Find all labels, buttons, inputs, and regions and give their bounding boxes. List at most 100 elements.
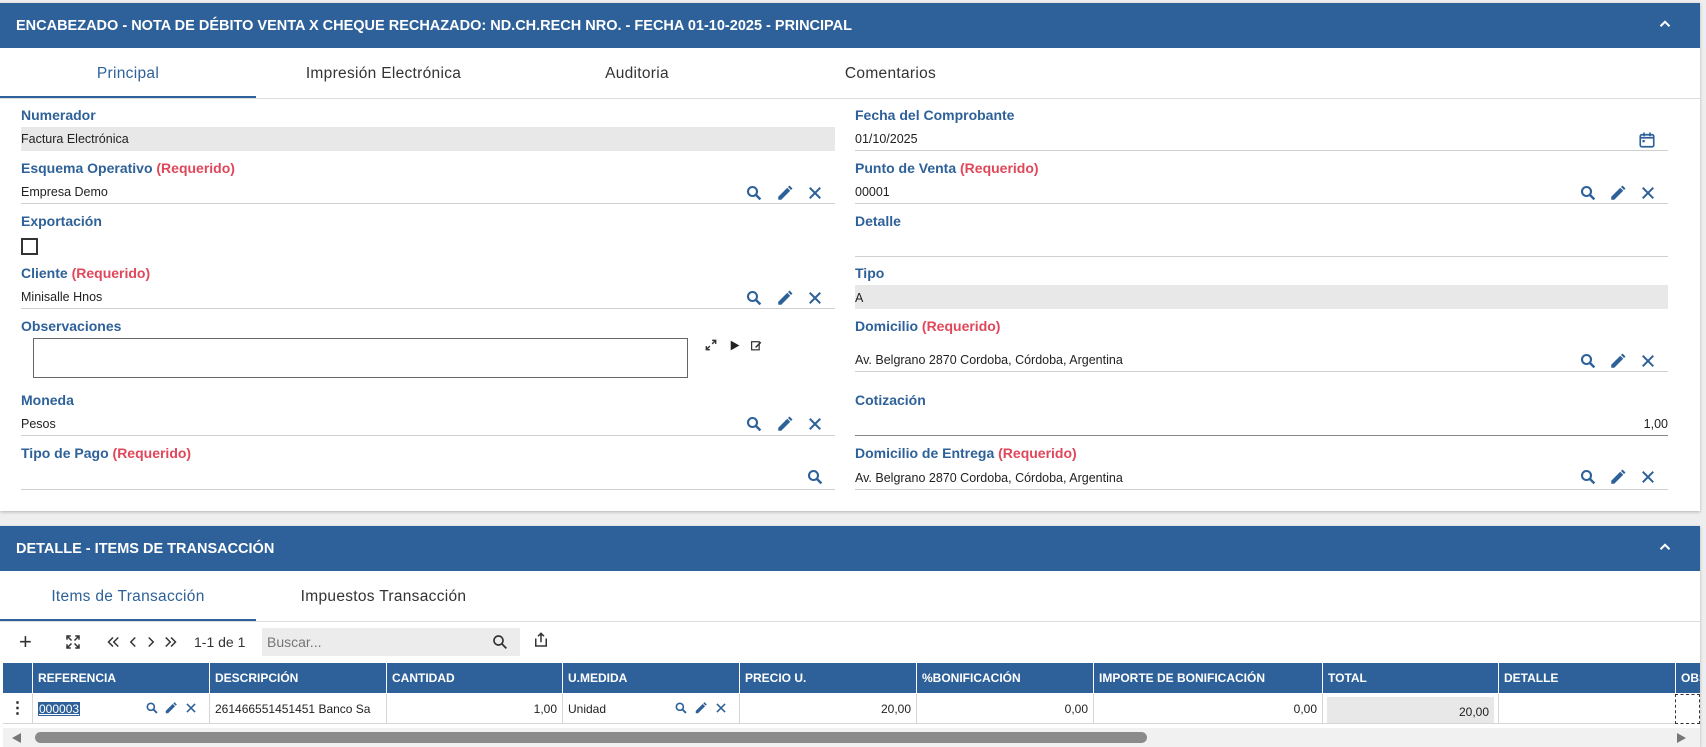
cell-cantidad[interactable]: 1,00 [386,694,562,724]
scroll-left-arrow[interactable] [12,733,21,743]
punto-venta-field[interactable] [855,180,1668,204]
punto-venta-label: Punto de Venta (Requerido) [855,160,1039,176]
col-precio[interactable]: PRECIO U. [739,663,916,693]
moneda-field[interactable] [21,412,835,436]
search-icon[interactable] [1579,352,1597,370]
exportacion-checkbox[interactable] [21,238,38,255]
cliente-field[interactable] [21,285,835,309]
export-icon[interactable] [532,631,550,649]
pager-text: 1-1 de 1 [194,634,246,650]
scroll-right-arrow[interactable] [1677,733,1686,743]
close-icon[interactable] [806,415,824,433]
search-icon[interactable] [745,289,763,307]
search-input[interactable] [262,628,520,656]
observaciones-textarea[interactable] [33,338,688,378]
calendar-icon[interactable] [1638,131,1656,149]
search-icon[interactable] [145,701,159,715]
horizontal-scrollbar[interactable] [3,728,1700,747]
edit-icon[interactable] [776,415,794,433]
add-button[interactable]: + [19,631,32,653]
esquema-label: Esquema Operativo (Requerido) [21,160,235,176]
edit-icon[interactable] [164,701,178,715]
col-referencia[interactable]: REFERENCIA [32,663,209,693]
fecha-value: 01/10/2025 [855,132,918,146]
row-menu-button[interactable]: ⋮ [3,694,32,724]
first-page-icon[interactable] [104,633,122,651]
edit-icon[interactable] [776,184,794,202]
col-bonificacion-pct[interactable]: %BONIFICACIÓN [916,663,1093,693]
detalle-label: Detalle [855,213,901,229]
cell-referencia[interactable]: 000003 [32,694,209,724]
close-icon[interactable] [184,701,198,715]
col-detalle[interactable]: DETALLE [1498,663,1675,693]
col-obs[interactable]: OBS [1675,663,1700,693]
tabs-divider [0,98,1700,99]
cell-descripcion[interactable]: 261466551451451 Banco Sa [209,694,386,724]
edit-icon[interactable] [1609,184,1627,202]
referencia-value: 000003 [38,702,81,716]
cell-detalle[interactable] [1498,694,1675,724]
search-icon[interactable] [745,184,763,202]
grid-header: REFERENCIA DESCRIPCIÓN CANTIDAD U.MEDIDA… [3,663,1700,693]
esquema-field[interactable] [21,180,835,204]
fullscreen-icon[interactable] [64,633,82,651]
next-page-icon[interactable] [142,633,160,651]
close-icon[interactable] [1639,184,1657,202]
col-importe-bonificacion[interactable]: IMPORTE DE BONIFICACIÓN [1093,663,1322,693]
col-descripcion[interactable]: DESCRIPCIÓN [209,663,386,693]
play-icon[interactable] [728,339,741,352]
expand-icon[interactable] [704,338,718,352]
search-icon[interactable] [745,415,763,433]
fecha-field[interactable] [855,127,1668,151]
edit-icon[interactable] [1609,352,1627,370]
cell-bonificacion-pct[interactable]: 0,00 [916,694,1093,724]
domicilio-value: Av. Belgrano 2870 Cordoba, Córdoba, Arge… [855,353,1123,367]
tab-principal[interactable]: Principal [0,60,256,98]
edit-note-icon[interactable] [750,339,763,352]
numerador-label: Numerador [21,107,96,123]
search-icon[interactable] [491,633,509,651]
detail-panel-title-bar: DETALLE - ITEMS DE TRANSACCIÓN [0,526,1700,571]
last-page-icon[interactable] [162,633,180,651]
domicilio-entrega-value: Av. Belgrano 2870 Cordoba, Córdoba, Arge… [855,471,1123,485]
domicilio-label: Domicilio (Requerido) [855,318,1001,334]
edit-icon[interactable] [1609,468,1627,486]
scrollbar-thumb[interactable] [35,732,1147,743]
tipo-pago-field[interactable] [21,466,835,490]
tab-impuestos-transaccion[interactable]: Impuestos Transacción [256,583,511,621]
close-icon[interactable] [806,184,824,202]
search-icon[interactable] [674,701,688,715]
search-icon[interactable] [806,468,824,486]
search-icon[interactable] [1579,468,1597,486]
col-total[interactable]: TOTAL [1322,663,1498,693]
close-icon[interactable] [1639,468,1657,486]
domicilio-entrega-label: Domicilio de Entrega (Requerido) [855,445,1077,461]
cell-obs[interactable] [1675,694,1700,724]
tipo-field [855,285,1668,309]
cotizacion-field[interactable] [855,412,1668,436]
cliente-label: Cliente (Requerido) [21,265,151,281]
tab-items-transaccion[interactable]: Items de Transacción [0,583,256,621]
moneda-value: Pesos [21,417,56,431]
cell-precio[interactable]: 20,00 [739,694,916,724]
col-umedida[interactable]: U.MEDIDA [562,663,739,693]
cotizacion-value: 1,00 [1643,417,1668,431]
close-icon[interactable] [714,701,728,715]
close-icon[interactable] [1639,352,1657,370]
prev-page-icon[interactable] [124,633,142,651]
edit-icon[interactable] [776,289,794,307]
tab-auditoria[interactable]: Auditoria [511,60,763,98]
chevron-up-icon[interactable] [1656,538,1674,556]
search-icon[interactable] [1579,184,1597,202]
punto-venta-value: 00001 [855,185,890,199]
grid-col-menu [3,663,32,693]
close-icon[interactable] [806,289,824,307]
cell-importe-bonificacion[interactable]: 0,00 [1093,694,1322,724]
tab-comentarios[interactable]: Comentarios [763,60,1018,98]
detalle-field[interactable] [855,233,1668,257]
chevron-up-icon[interactable] [1656,15,1674,33]
col-cantidad[interactable]: CANTIDAD [386,663,562,693]
tab-impresion-electronica[interactable]: Impresión Electrónica [256,60,511,98]
cell-umedida[interactable]: Unidad [562,694,739,724]
edit-icon[interactable] [694,701,708,715]
